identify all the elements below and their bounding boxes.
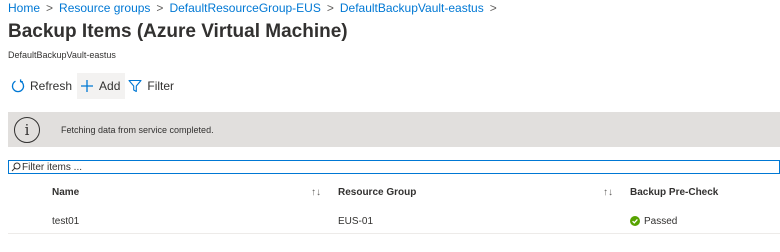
filter-button[interactable]: Filter	[125, 73, 179, 99]
refresh-button-label: Refresh	[30, 79, 73, 93]
success-check-icon	[630, 216, 640, 226]
precheck-status: Passed	[644, 215, 678, 227]
add-button[interactable]: Add	[77, 73, 126, 99]
info-icon: i	[14, 116, 40, 143]
filter-button-label: Filter	[147, 79, 175, 93]
breadcrumb-resource-groups[interactable]: Resource groups	[59, 1, 150, 15]
add-button-label: Add	[99, 79, 121, 93]
search-icon	[11, 162, 21, 172]
breadcrumb-separator: >	[326, 1, 334, 15]
cell-backup-pre-check: Passed	[630, 209, 677, 233]
sort-icon[interactable]: ↑↓	[311, 180, 321, 205]
plus-icon	[81, 80, 94, 92]
page-subtitle: DefaultBackupVault-eastus	[8, 50, 116, 60]
command-bar: Refresh Add Filter	[8, 73, 179, 99]
column-header-name[interactable]: Name	[52, 180, 79, 205]
breadcrumb-separator: >	[46, 1, 54, 15]
table-header: Name ↑↓ Resource Group ↑↓ Backup Pre-Che…	[8, 180, 780, 205]
refresh-icon	[11, 79, 25, 93]
column-header-resource-group[interactable]: Resource Group	[338, 180, 416, 205]
table-row[interactable]: test01 EUS-01 Passed	[8, 209, 780, 234]
breadcrumb-separator: >	[489, 1, 497, 15]
breadcrumb-separator: >	[156, 1, 164, 15]
breadcrumb-home[interactable]: Home	[8, 1, 40, 15]
banner-message: Fetching data from service completed.	[61, 124, 214, 135]
sort-icon[interactable]: ↑↓	[603, 180, 613, 205]
breadcrumb: Home > Resource groups > DefaultResourceGrou…	[8, 1, 503, 17]
filter-items-input[interactable]	[21, 161, 722, 173]
filter-box	[8, 160, 780, 174]
info-banner: i Fetching data from service completed.	[8, 112, 780, 147]
breadcrumb-vault[interactable]: DefaultBackupVault-eastus	[340, 1, 484, 15]
breadcrumb-resource-group[interactable]: DefaultResourceGroup-EUS	[169, 1, 320, 15]
funnel-icon	[128, 79, 142, 93]
cell-resource-group: EUS-01	[338, 215, 374, 227]
page-title: Backup Items (Azure Virtual Machine)	[8, 21, 348, 42]
cell-name[interactable]: test01	[52, 209, 79, 233]
refresh-button[interactable]: Refresh	[8, 73, 77, 99]
column-header-backup-pre-check[interactable]: Backup Pre-Check	[630, 180, 718, 205]
